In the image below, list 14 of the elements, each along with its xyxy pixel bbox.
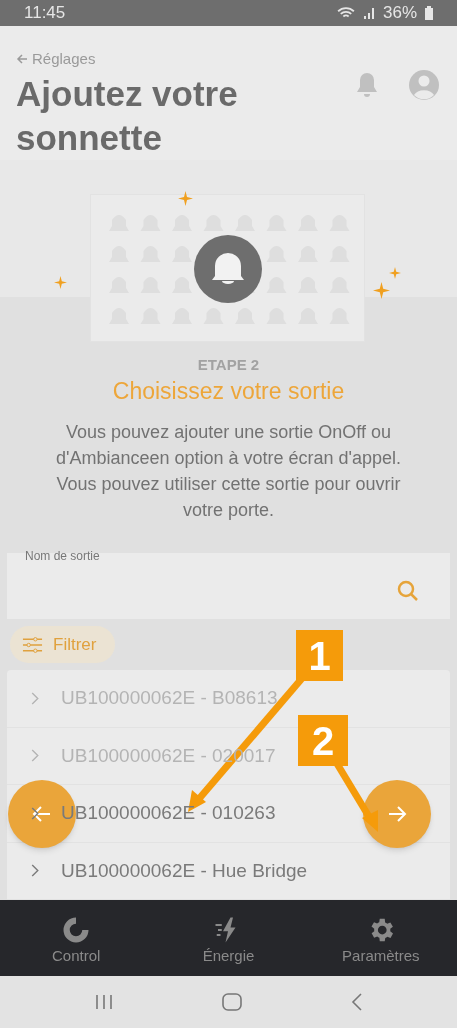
annotation-number: 1 [296,630,343,681]
nav-tab[interactable]: Control [21,914,132,968]
output-label: UB100000062E - Hue Bridge [61,858,308,883]
search-field[interactable]: Nom de sortie [7,553,450,619]
page-title: Ajoutez votre sonnette [16,73,239,159]
annotation-number: 2 [298,715,348,766]
step-description: Vous pouvez ajouter une sortie OnOff ou d'Ambianceen option à votre écran d'appel. Vous pouvez utiliser cette sortie pour ouvrir votre porte. [54,421,403,522]
battery-level: 36% [382,2,417,24]
nav-tab[interactable]: Paramètres [325,914,436,968]
nav-tab[interactable]: Énergie [173,914,284,968]
step-title: Choisissez votre sortie [111,377,346,406]
step-label: ETAPE 2 [196,355,261,375]
back-link[interactable]: Réglages [16,47,296,70]
status-time: 11:45 [24,2,66,24]
